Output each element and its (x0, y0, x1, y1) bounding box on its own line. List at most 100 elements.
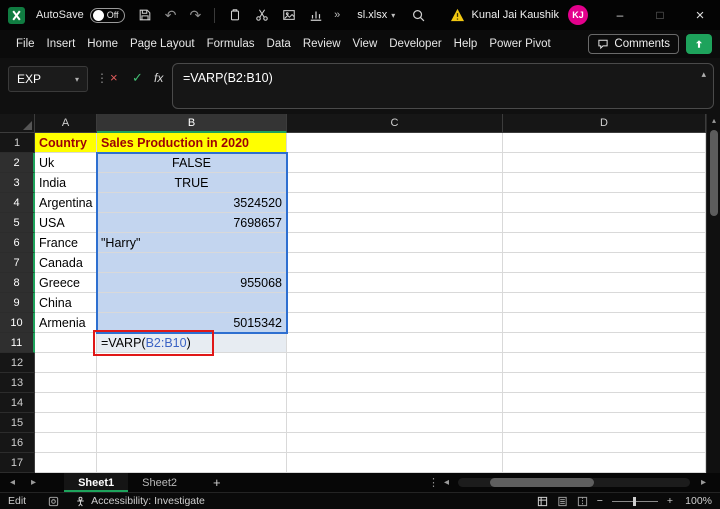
close-button[interactable]: × (680, 0, 720, 30)
cell-A16[interactable] (35, 433, 97, 453)
tab-power-pivot[interactable]: Power Pivot (483, 30, 556, 58)
row-header-2[interactable]: 2 (0, 153, 35, 173)
cell-D5[interactable] (503, 213, 706, 233)
zoom-slider[interactable] (611, 496, 658, 506)
row-header-16[interactable]: 16 (0, 433, 35, 453)
cell-C5[interactable] (287, 213, 503, 233)
cell-C14[interactable] (287, 393, 503, 413)
cell-D6[interactable] (503, 233, 706, 253)
tab-help[interactable]: Help (448, 30, 484, 58)
cell-A9[interactable]: China (35, 293, 97, 313)
autosave-toggle[interactable]: Off (89, 7, 125, 23)
confirm-entry-icon[interactable]: ✓ (132, 70, 143, 86)
sheet-nav-left-icon[interactable]: ◂ (10, 477, 15, 488)
cell-A17[interactable] (35, 453, 97, 473)
row-header-14[interactable]: 14 (0, 393, 35, 413)
row-header-1[interactable]: 1 (0, 133, 35, 153)
minimize-button[interactable]: – (600, 0, 640, 30)
cell-C10[interactable] (287, 313, 503, 333)
cell-A10[interactable]: Armenia (35, 313, 97, 333)
cell-C17[interactable] (287, 453, 503, 473)
comments-button[interactable]: Comments (588, 34, 679, 54)
cell-B14[interactable] (97, 393, 287, 413)
cell-B12[interactable] (97, 353, 287, 373)
cell-D13[interactable] (503, 373, 706, 393)
tab-bar-options-icon[interactable]: ⋮ (428, 476, 439, 489)
vertical-scrollbar[interactable]: ▴ (706, 114, 720, 473)
cell-C8[interactable] (287, 273, 503, 293)
tab-formulas[interactable]: Formulas (201, 30, 261, 58)
vertical-scrollbar-thumb[interactable] (710, 130, 718, 216)
add-sheet-button[interactable]: + (213, 475, 221, 490)
warning-icon[interactable] (450, 8, 465, 22)
row-header-7[interactable]: 7 (0, 253, 35, 273)
cell-A11[interactable] (35, 333, 97, 353)
user-name[interactable]: Kunal Jai Kaushik (472, 9, 559, 21)
cell-B8[interactable]: 955068 (97, 273, 287, 293)
cancel-entry-icon[interactable]: × (110, 70, 118, 85)
collapse-formula-bar-icon[interactable]: ▴ (701, 69, 706, 80)
tab-sheet1[interactable]: Sheet1 (64, 473, 129, 492)
row-header-8[interactable]: 8 (0, 273, 35, 293)
sheet-nav-right-icon[interactable]: ▸ (31, 477, 36, 488)
h-scroll-right-icon[interactable]: ▸ (701, 477, 706, 488)
tab-file[interactable]: File (10, 30, 41, 58)
cell-D15[interactable] (503, 413, 706, 433)
column-header-B[interactable]: B (97, 114, 287, 133)
normal-view-icon[interactable] (537, 496, 548, 507)
page-layout-view-icon[interactable] (557, 496, 568, 507)
tab-data[interactable]: Data (261, 30, 297, 58)
cell-B15[interactable] (97, 413, 287, 433)
cell-C15[interactable] (287, 413, 503, 433)
tab-developer[interactable]: Developer (383, 30, 447, 58)
row-header-10[interactable]: 10 (0, 313, 35, 333)
cell-D12[interactable] (503, 353, 706, 373)
zoom-level[interactable]: 100% (682, 495, 712, 507)
row-header-15[interactable]: 15 (0, 413, 35, 433)
cell-D7[interactable] (503, 253, 706, 273)
formula-bar-handle-icon[interactable]: ⋮ (96, 71, 108, 85)
cell-C6[interactable] (287, 233, 503, 253)
cut-icon[interactable] (255, 8, 269, 22)
row-header-5[interactable]: 5 (0, 213, 35, 233)
zoom-in-icon[interactable]: + (667, 495, 673, 507)
row-header-6[interactable]: 6 (0, 233, 35, 253)
filename-chevron-icon[interactable]: ▾ (391, 11, 395, 20)
cell-D9[interactable] (503, 293, 706, 313)
cell-C9[interactable] (287, 293, 503, 313)
copy-icon[interactable] (228, 8, 242, 22)
document-title[interactable]: sl.xlsx (357, 9, 387, 21)
cell-A8[interactable]: Greece (35, 273, 97, 293)
cell-D3[interactable] (503, 173, 706, 193)
row-header-3[interactable]: 3 (0, 173, 35, 193)
macro-record-icon[interactable] (48, 496, 59, 507)
cell-B17[interactable] (97, 453, 287, 473)
share-button[interactable] (686, 34, 712, 54)
cell-A6[interactable]: France (35, 233, 97, 253)
tab-view[interactable]: View (347, 30, 384, 58)
horizontal-scrollbar[interactable] (458, 478, 690, 487)
cell-B6[interactable]: "Harry" (97, 233, 287, 253)
chart-icon[interactable] (309, 8, 323, 22)
tab-sheet2[interactable]: Sheet2 (128, 473, 191, 492)
cell-D11[interactable] (503, 333, 706, 353)
cell-A3[interactable]: India (35, 173, 97, 193)
save-icon[interactable] (138, 8, 152, 22)
cell-C4[interactable] (287, 193, 503, 213)
cell-D2[interactable] (503, 153, 706, 173)
cell-D1[interactable] (503, 133, 706, 153)
insert-function-icon[interactable]: fx (154, 71, 163, 85)
scroll-up-icon[interactable]: ▴ (707, 116, 720, 125)
cell-C2[interactable] (287, 153, 503, 173)
cell-A2[interactable]: Uk (35, 153, 97, 173)
page-break-view-icon[interactable] (577, 496, 588, 507)
cell-D4[interactable] (503, 193, 706, 213)
cell-A7[interactable]: Canada (35, 253, 97, 273)
undo-icon[interactable]: ↶ (165, 7, 177, 24)
cell-A4[interactable]: Argentina (35, 193, 97, 213)
row-header-13[interactable]: 13 (0, 373, 35, 393)
maximize-button[interactable]: □ (640, 0, 680, 30)
tab-home[interactable]: Home (81, 30, 124, 58)
more-commands-icon[interactable]: » (334, 9, 340, 21)
cell-C13[interactable] (287, 373, 503, 393)
